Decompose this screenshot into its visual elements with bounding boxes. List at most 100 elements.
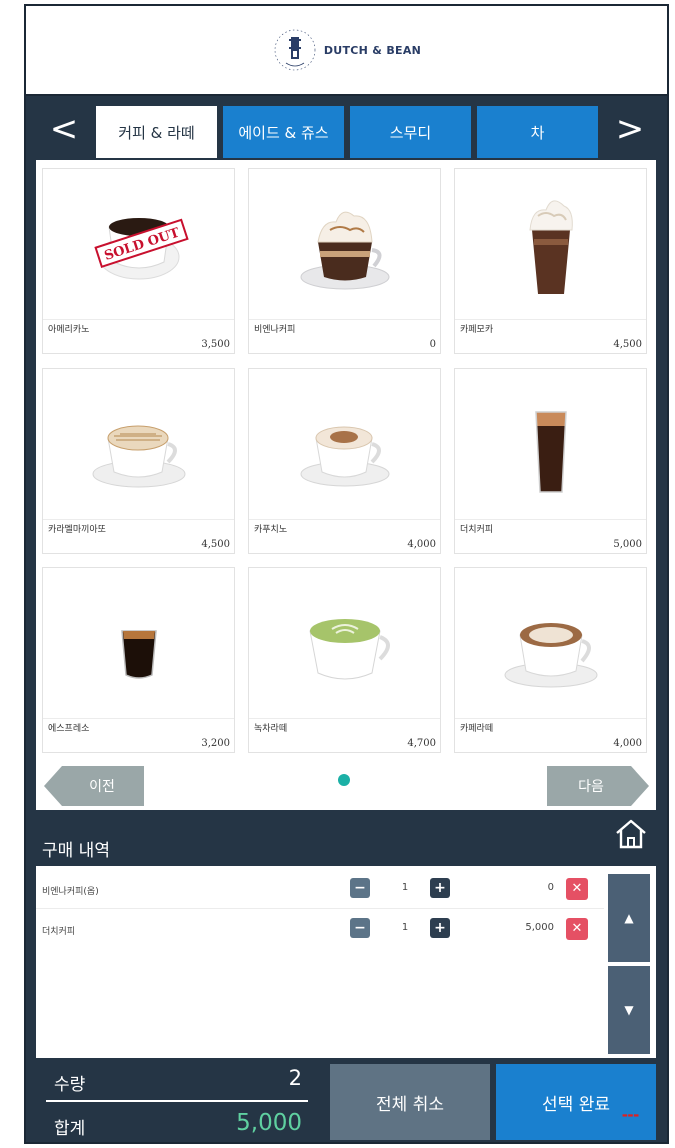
mocha-image xyxy=(455,169,646,315)
order-item-price: 0 xyxy=(547,882,554,893)
product-name: 더치커피 xyxy=(460,525,494,535)
product-card-mocha[interactable]: 카페모카 4,500 xyxy=(454,168,647,354)
iced-mocha-icon xyxy=(528,200,573,294)
product-price: 5,000 xyxy=(613,539,642,550)
product-price: 4,500 xyxy=(201,539,230,550)
brand-name: DUTCH & BEAN xyxy=(323,43,422,57)
cappuccino-icon xyxy=(300,426,389,487)
card-divider xyxy=(455,319,646,320)
order-item-name: 더치커피 xyxy=(42,927,76,937)
product-name: 카라멜마끼아또 xyxy=(48,525,106,535)
order-item-name: 비엔나커피(옵) xyxy=(42,887,99,897)
purchase-history-title: 구매 내역 xyxy=(42,841,110,861)
product-price: 3,500 xyxy=(201,339,230,350)
category-tabs: < 커피 & 라떼 에이드 & 쥬스 스무디 차 > xyxy=(26,98,667,160)
page-indicator-dot xyxy=(338,774,350,786)
order-item-qty: 1 xyxy=(401,922,409,933)
americano-image: SOLD OUT xyxy=(43,169,234,315)
green-tea-latte-icon xyxy=(308,619,390,680)
product-price: 4,700 xyxy=(407,738,436,749)
product-name: 아메리카노 xyxy=(48,325,90,335)
cancel-all-button[interactable]: 전체 취소 xyxy=(330,1064,490,1140)
scroll-down-button[interactable]: ▼ xyxy=(608,966,650,1054)
order-item-qty: 1 xyxy=(401,882,409,893)
product-card-vienna[interactable]: 비엔나커피 0 xyxy=(248,168,441,354)
next-page-label: 다음 xyxy=(578,779,604,795)
product-price: 4,000 xyxy=(613,738,642,749)
card-divider xyxy=(249,319,440,320)
card-divider xyxy=(455,519,646,520)
product-price: 0 xyxy=(429,339,436,350)
dutch-coffee-image xyxy=(455,369,646,515)
vienna-coffee-icon xyxy=(300,211,389,290)
prev-page-label: 이전 xyxy=(89,779,115,795)
tab-ade-juice[interactable]: 에이드 & 쥬스 xyxy=(223,106,344,158)
row-divider xyxy=(36,908,604,909)
cappuccino-image xyxy=(249,369,440,515)
coffee-cup-icon: SOLD OUT xyxy=(93,218,189,280)
product-name: 비엔나커피 xyxy=(254,325,296,335)
quantity-label: 수량 xyxy=(54,1075,86,1095)
watermark-stamp-icon: ▬▬▬ xyxy=(622,1112,640,1119)
remove-item-button[interactable]: ✕ xyxy=(566,918,588,940)
caramel-macchiato-icon xyxy=(92,425,185,488)
product-name: 녹차라떼 xyxy=(254,724,288,734)
total-value: 5,000 xyxy=(236,1110,302,1136)
product-card-americano[interactable]: SOLD OUT 아메리카노 3,500 xyxy=(42,168,235,354)
complete-selection-button[interactable]: 선택 완료 xyxy=(496,1064,656,1140)
dutch-coffee-icon xyxy=(534,411,567,493)
tab-smoothie[interactable]: 스무디 xyxy=(350,106,471,158)
dutch-bean-logo-icon xyxy=(274,29,316,71)
order-item-price: 5,000 xyxy=(525,922,554,933)
product-name: 카페라떼 xyxy=(460,724,494,734)
order-row: 비엔나커피(옵) − 1 + 0 ✕ xyxy=(36,874,606,906)
order-row: 더치커피 − 1 + 5,000 ✕ xyxy=(36,914,606,946)
summary-divider xyxy=(46,1100,308,1102)
increase-qty-button[interactable]: + xyxy=(430,918,450,938)
home-icon[interactable] xyxy=(614,818,648,850)
increase-qty-button[interactable]: + xyxy=(430,878,450,898)
tabs-prev-arrow-icon[interactable]: < xyxy=(46,110,82,148)
card-divider xyxy=(43,519,234,520)
green-tea-latte-image xyxy=(249,568,440,714)
espresso-icon xyxy=(120,630,157,679)
next-page-button[interactable]: 다음 xyxy=(547,766,649,806)
product-name: 카페모카 xyxy=(460,325,494,335)
prev-page-button[interactable]: 이전 xyxy=(44,766,144,806)
product-name: 에스프레소 xyxy=(48,724,90,734)
product-price: 4,500 xyxy=(613,339,642,350)
header: DUTCH & BEAN xyxy=(26,6,667,96)
decrease-qty-button[interactable]: − xyxy=(350,878,370,898)
vienna-coffee-image xyxy=(249,169,440,315)
kiosk-frame: DUTCH & BEAN < 커피 & 라떼 에이드 & 쥬스 스무디 차 > … xyxy=(24,4,669,1144)
total-label: 합계 xyxy=(54,1119,86,1139)
card-divider xyxy=(43,319,234,320)
card-divider xyxy=(455,718,646,719)
decrease-qty-button[interactable]: − xyxy=(350,918,370,938)
purchase-history-panel: 비엔나커피(옵) − 1 + 0 ✕ 더치커피 − 1 + 5,000 ✕ ▲ … xyxy=(36,866,656,1058)
scroll-up-button[interactable]: ▲ xyxy=(608,874,650,962)
tab-coffee-latte[interactable]: 커피 & 라떼 xyxy=(96,106,217,158)
espresso-image xyxy=(43,568,234,714)
cafe-latte-image xyxy=(455,568,646,714)
product-card-green-tea-latte[interactable]: 녹차라떼 4,700 xyxy=(248,567,441,753)
product-panel: SOLD OUT 아메리카노 3,500 비엔나커피 0 카페모카 4,500 … xyxy=(36,160,656,810)
card-divider xyxy=(249,519,440,520)
card-divider xyxy=(249,718,440,719)
product-price: 3,200 xyxy=(201,738,230,749)
tab-tea[interactable]: 차 xyxy=(477,106,598,158)
caramel-macchiato-image xyxy=(43,369,234,515)
product-card-caramel-macchiato[interactable]: 카라멜마끼아또 4,500 xyxy=(42,368,235,554)
product-name: 카푸치노 xyxy=(254,525,288,535)
brand-logo: DUTCH & BEAN xyxy=(272,27,421,73)
product-card-dutch-coffee[interactable]: 더치커피 5,000 xyxy=(454,368,647,554)
remove-item-button[interactable]: ✕ xyxy=(566,878,588,900)
product-price: 4,000 xyxy=(407,539,436,550)
product-card-cafe-latte[interactable]: 카페라떼 4,000 xyxy=(454,567,647,753)
product-card-espresso[interactable]: 에스프레소 3,200 xyxy=(42,567,235,753)
quantity-value: 2 xyxy=(288,1066,302,1090)
product-card-cappuccino[interactable]: 카푸치노 4,000 xyxy=(248,368,441,554)
tabs-next-arrow-icon[interactable]: > xyxy=(612,110,648,148)
cafe-latte-icon xyxy=(504,623,597,688)
card-divider xyxy=(43,718,234,719)
